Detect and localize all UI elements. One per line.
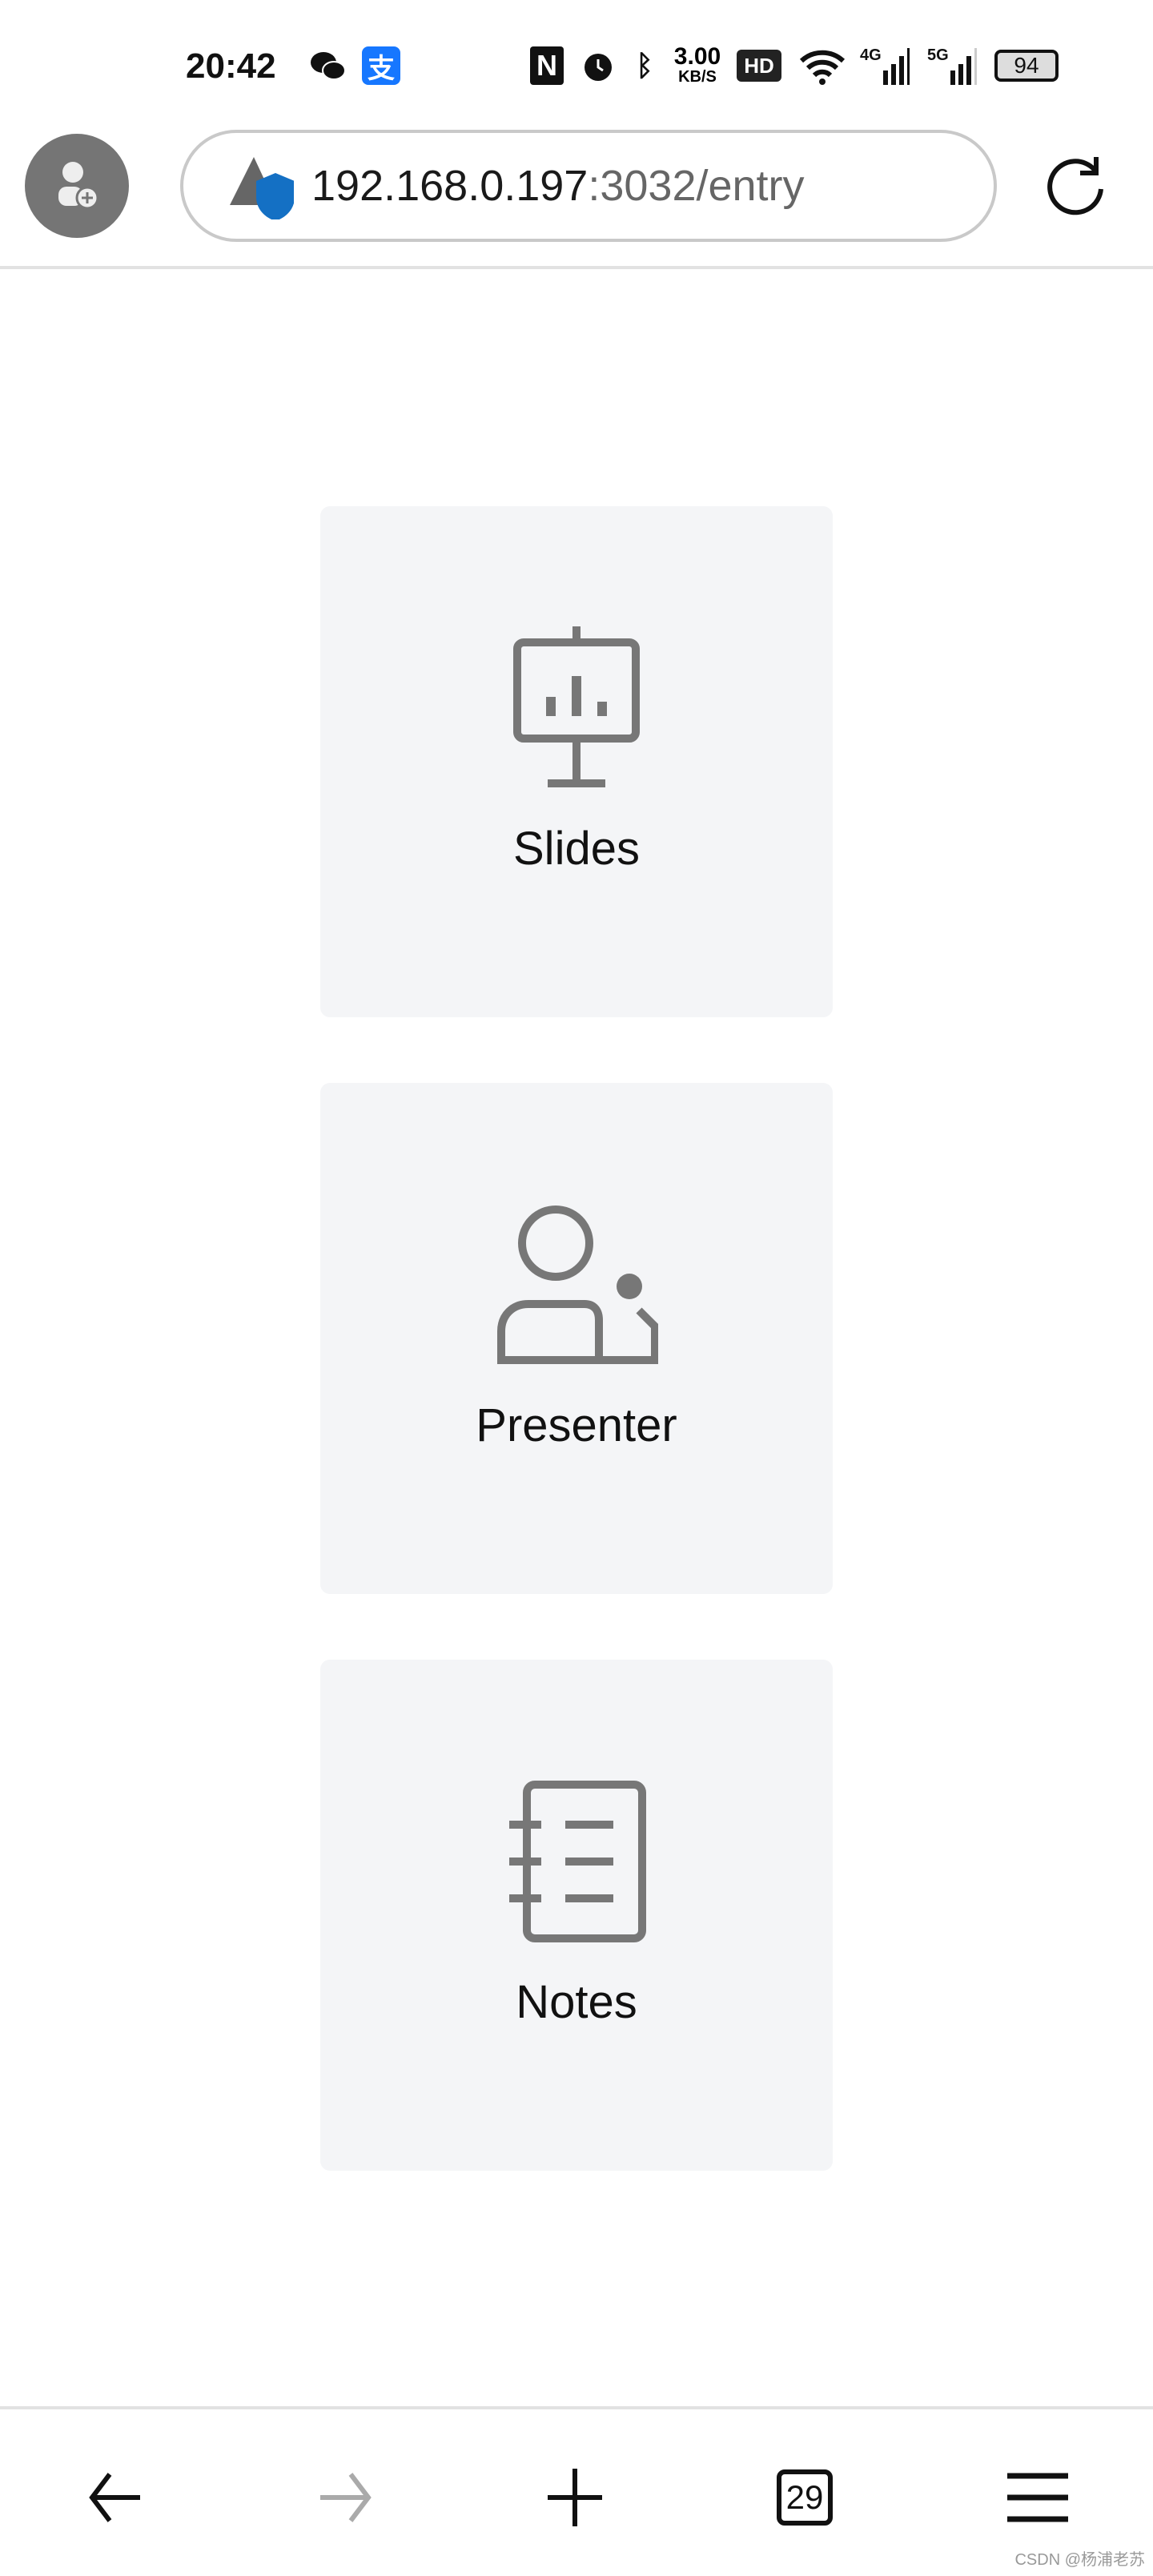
presenter-card[interactable]: Presenter bbox=[320, 1083, 833, 1594]
tabs-button[interactable]: 29 bbox=[765, 2457, 845, 2538]
signal-5g-icon: 5G bbox=[927, 46, 977, 85]
user-add-icon bbox=[58, 162, 99, 210]
address-bar[interactable]: 192.168.0.197:3032/entry bbox=[180, 130, 997, 242]
back-button[interactable] bbox=[75, 2457, 155, 2538]
signal-4g-icon: 4G bbox=[860, 46, 910, 85]
forward-button[interactable] bbox=[305, 2457, 385, 2538]
card-label: Notes bbox=[516, 1976, 637, 2028]
add-profile-button[interactable] bbox=[25, 134, 129, 238]
alipay-icon: 支 bbox=[362, 46, 400, 85]
clock: 20:42 bbox=[186, 46, 276, 86]
status-bar: 20:42 支 N ᛒ 3.00 KB/S HD 4G 5G 94 bbox=[0, 0, 1153, 120]
arrow-left-icon bbox=[89, 2473, 140, 2522]
wifi-icon bbox=[797, 46, 847, 85]
tab-count: 29 bbox=[777, 2469, 833, 2526]
bluetooth-icon: ᛒ bbox=[636, 49, 653, 82]
wechat-icon bbox=[307, 46, 348, 85]
network-speed: 3.00 KB/S bbox=[673, 43, 721, 86]
new-tab-button[interactable] bbox=[535, 2457, 615, 2538]
plus-icon bbox=[548, 2469, 602, 2526]
insecure-shield-icon bbox=[230, 157, 294, 219]
url-text: 192.168.0.197:3032/entry bbox=[311, 162, 805, 210]
watermark: CSDN @杨浦老苏 bbox=[1014, 2551, 1145, 2569]
alarm-icon bbox=[580, 46, 617, 85]
reload-button[interactable] bbox=[1043, 152, 1107, 223]
hd-icon: HD bbox=[737, 50, 781, 82]
hamburger-menu-icon bbox=[1007, 2473, 1068, 2522]
presenter-icon bbox=[497, 1205, 658, 1364]
card-label: Presenter bbox=[476, 1399, 677, 1451]
notebook-icon bbox=[509, 1781, 646, 1942]
presentation-chart-icon bbox=[513, 626, 640, 787]
battery-indicator: 94 bbox=[994, 50, 1059, 82]
reload-icon bbox=[1047, 157, 1103, 215]
card-label: Slides bbox=[513, 823, 640, 875]
notes-card[interactable]: Notes bbox=[320, 1660, 833, 2171]
slides-card[interactable]: Slides bbox=[320, 506, 833, 1017]
nfc-icon: N bbox=[530, 46, 564, 85]
arrow-right-icon bbox=[320, 2473, 372, 2522]
browser-toolbar: 192.168.0.197:3032/entry bbox=[0, 120, 1153, 269]
menu-button[interactable] bbox=[998, 2457, 1078, 2538]
browser-bottom-bar: 29 CSDN @杨浦老苏 bbox=[0, 2406, 1153, 2576]
